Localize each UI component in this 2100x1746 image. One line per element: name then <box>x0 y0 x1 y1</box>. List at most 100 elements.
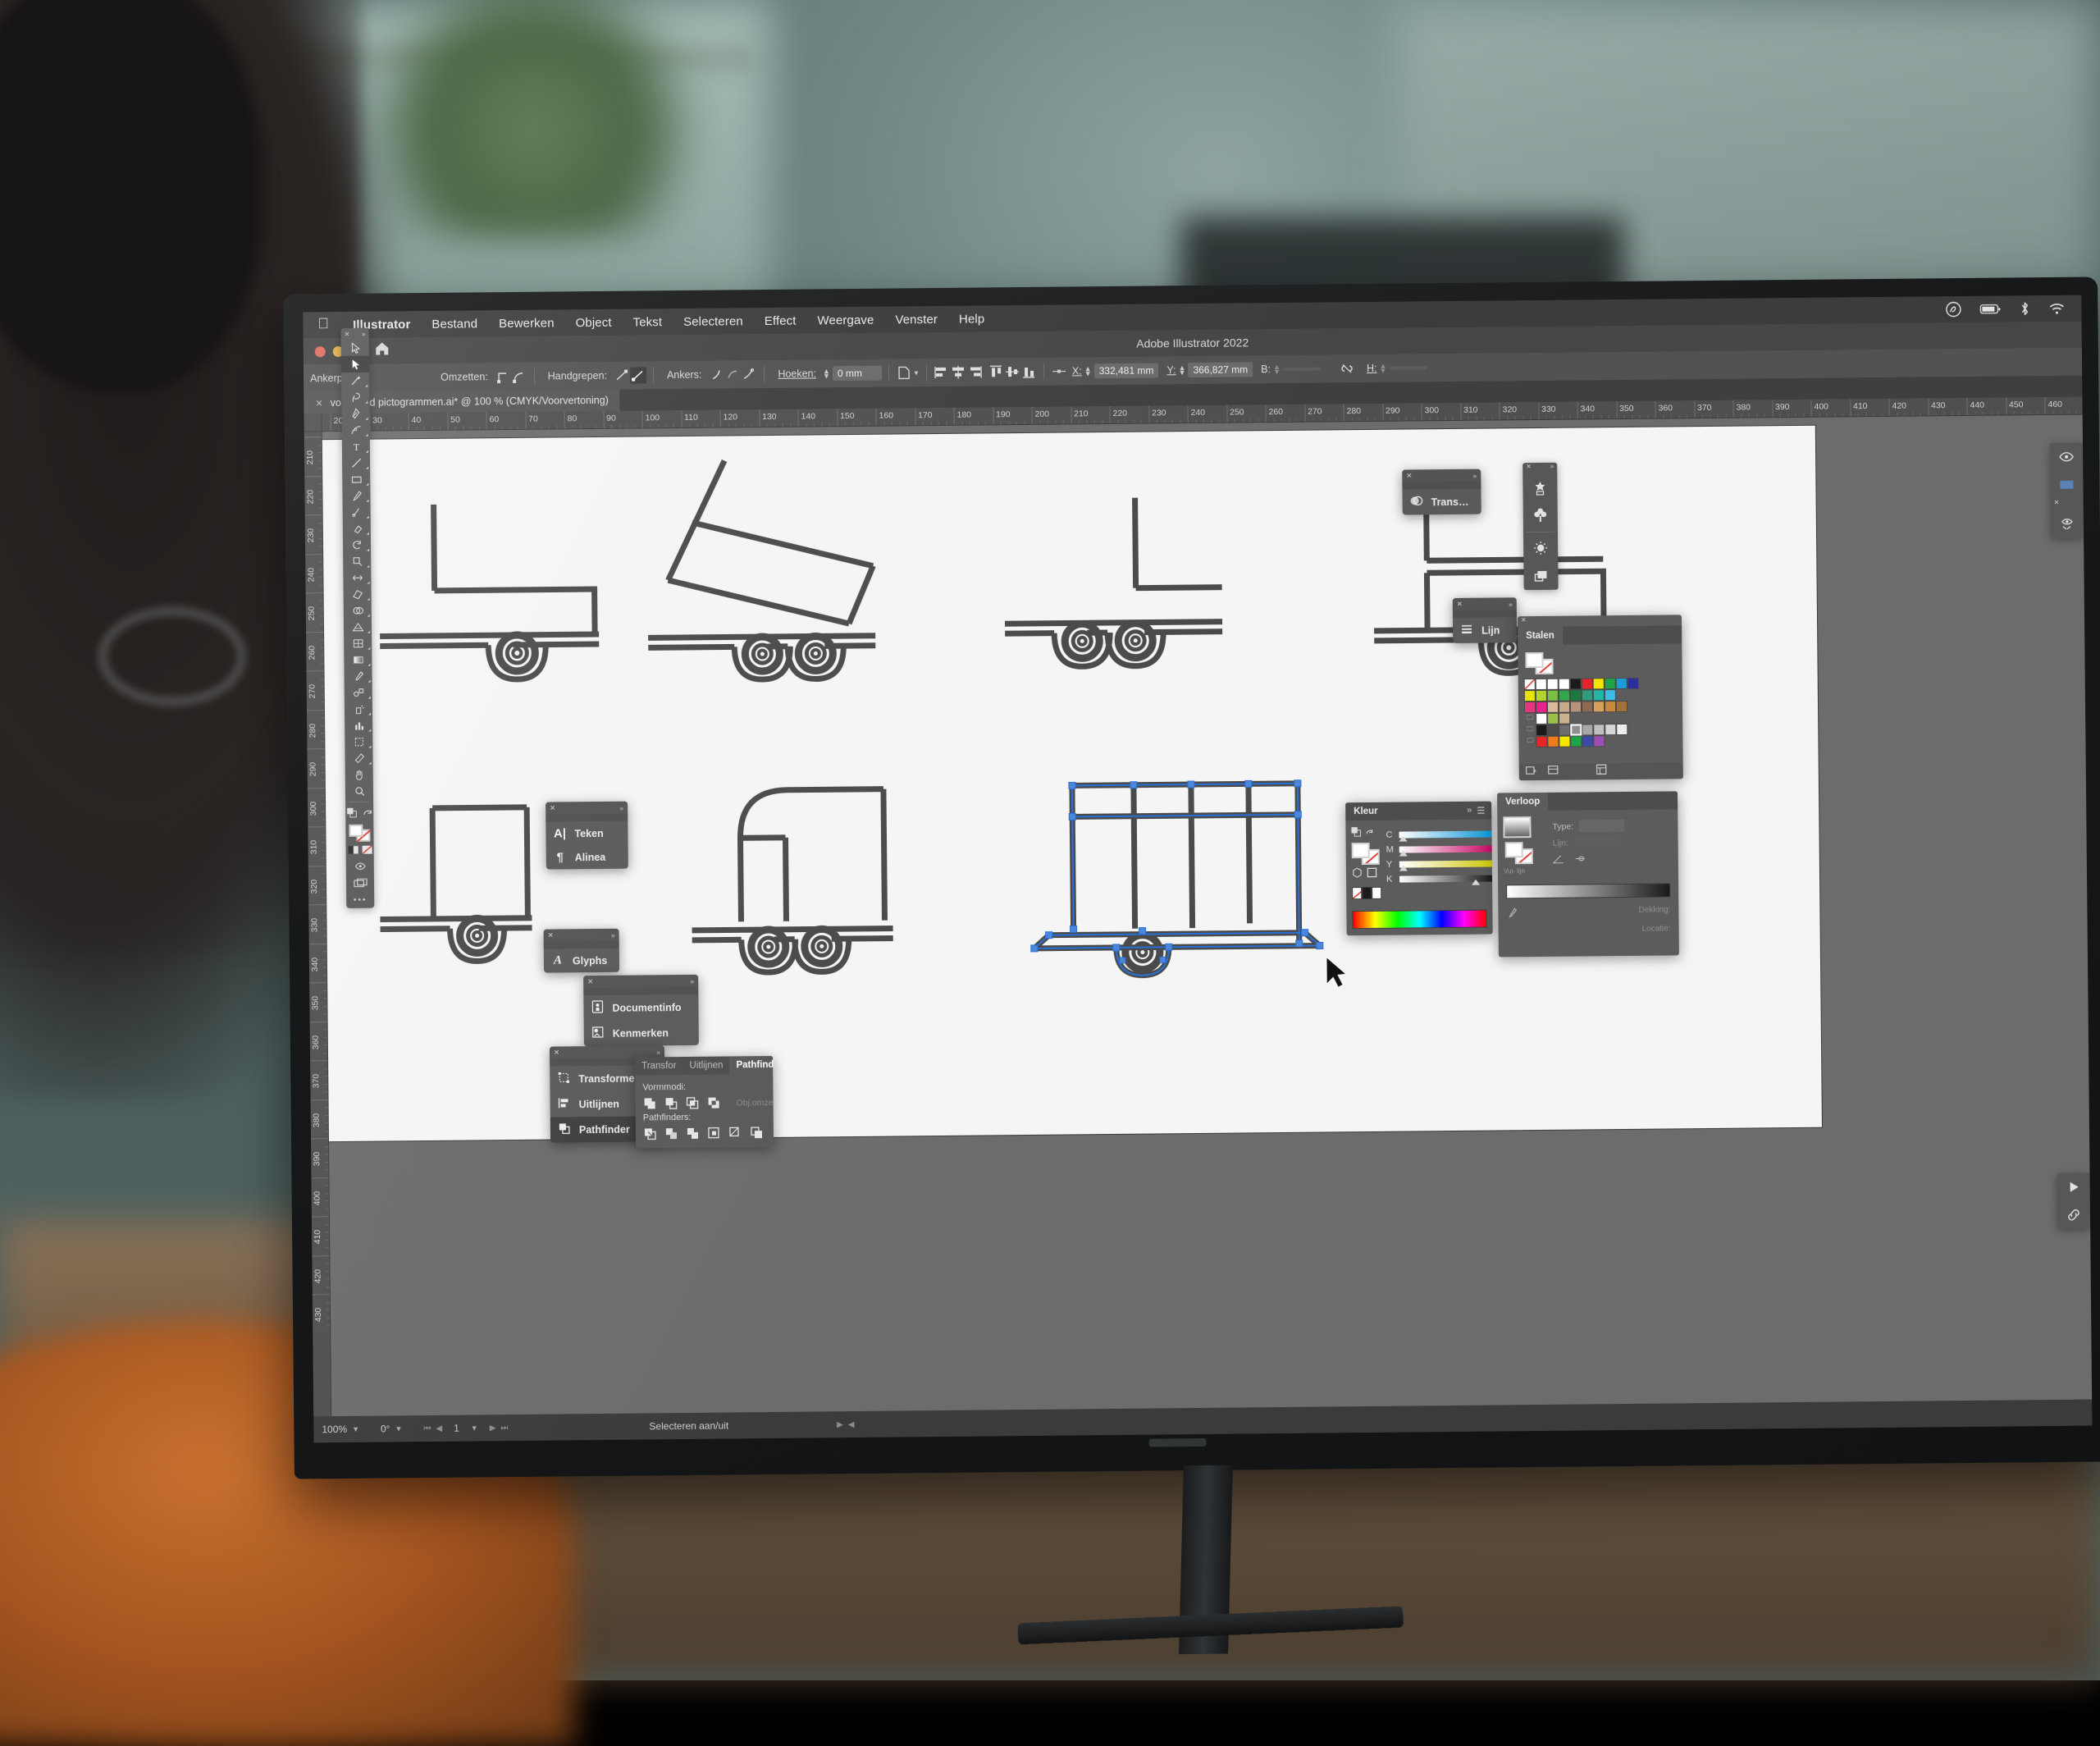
mesh-tool[interactable] <box>344 635 372 651</box>
pathfinder-buttons[interactable] <box>643 1126 766 1140</box>
swatch-cell[interactable] <box>1605 678 1616 689</box>
swatch-cell[interactable] <box>1628 678 1639 689</box>
swatch-cell[interactable] <box>1570 689 1582 701</box>
artboard-dropdown-icon[interactable]: ▼ <box>471 1424 478 1432</box>
first-artboard-icon[interactable]: ⏮ <box>423 1424 431 1433</box>
swatch-cell[interactable] <box>1593 678 1605 689</box>
scale-tool[interactable] <box>343 553 371 569</box>
menu-help[interactable]: Help <box>948 312 995 327</box>
lasso-tool[interactable] <box>341 389 369 405</box>
panel-header[interactable]: ✕ » <box>544 929 619 942</box>
fill-stroke-swatches[interactable] <box>349 825 370 841</box>
tab-transform[interactable]: Transfor <box>635 1057 683 1076</box>
menu-venster[interactable]: Venster <box>884 312 948 327</box>
swatch-none[interactable] <box>1524 679 1536 690</box>
play-icon[interactable] <box>2060 1173 2088 1201</box>
link-icon[interactable] <box>2053 510 2081 538</box>
magic-wand-tool[interactable] <box>341 373 369 389</box>
channel-row-y[interactable]: Y 0 % <box>1386 857 1493 871</box>
expand-icon[interactable]: » <box>690 976 694 985</box>
minus-front-icon[interactable] <box>664 1096 678 1110</box>
tools-panel[interactable]: ✕ » T <box>341 328 375 908</box>
pathfinder-tabs[interactable]: Transfor Uitlijnen Pathfinder « ☰ <box>635 1056 773 1076</box>
swatches-fill-stroke[interactable] <box>1525 652 1553 674</box>
line-segment-tool[interactable] <box>342 455 370 471</box>
menu-bewerken[interactable]: Bewerken <box>488 316 565 331</box>
swatch-cell[interactable] <box>1616 678 1628 689</box>
crop-icon[interactable] <box>707 1127 721 1140</box>
swatch-cell[interactable] <box>1559 724 1570 736</box>
link-chain-icon[interactable] <box>2060 1201 2088 1229</box>
none-swatch-icon[interactable] <box>362 843 372 858</box>
bottom-right-dock[interactable] <box>2057 1173 2091 1229</box>
merge-icon[interactable] <box>686 1127 700 1140</box>
close-icon[interactable]: ✕ <box>2054 499 2060 510</box>
minus-back-icon[interactable] <box>750 1126 764 1140</box>
menu-selecteren[interactable]: Selecteren <box>673 314 754 329</box>
hide-handles-icon[interactable] <box>630 367 646 383</box>
gradient-tabs[interactable]: Verloop <box>1497 791 1678 811</box>
perspective-grid-tool[interactable] <box>344 619 372 635</box>
magenta-slider[interactable] <box>1399 845 1493 852</box>
gradient-angle-icon[interactable] <box>1553 853 1564 869</box>
tools-fill-stroke[interactable] <box>345 805 374 894</box>
swatch-cell[interactable] <box>1605 724 1616 735</box>
menu-effect[interactable]: Effect <box>754 313 807 328</box>
dock-header[interactable]: ✕ <box>2051 499 2084 510</box>
type-panel-group[interactable]: ✕ » A| Teken ¶ Alinea <box>546 802 628 870</box>
swatch-cell[interactable] <box>1616 701 1628 712</box>
swatch-cell[interactable] <box>1536 690 1547 702</box>
menu-tekst[interactable]: Tekst <box>622 315 673 330</box>
rotation-dropdown-icon[interactable]: ▼ <box>395 1424 402 1433</box>
close-icon[interactable]: ✕ <box>548 931 554 940</box>
gradient-stroke-select[interactable] <box>1573 836 1619 849</box>
status-next-icon[interactable]: ▶ <box>837 1420 843 1429</box>
panel-item-kenmerken[interactable]: Kenmerken <box>584 1020 699 1046</box>
x-value-field[interactable]: 332,481 mm <box>1094 363 1159 378</box>
swap-fill-stroke-icon[interactable] <box>362 807 372 822</box>
swatch-cell[interactable] <box>1559 690 1570 702</box>
direct-selection-tool[interactable] <box>341 356 369 373</box>
width-stepper[interactable]: ▲▼ <box>1273 364 1281 375</box>
swatch-folder-icon[interactable]: 🗀 <box>1524 713 1536 724</box>
status-prev-icon[interactable]: ◀ <box>848 1420 855 1429</box>
tab-verloop[interactable]: Verloop <box>1497 793 1548 811</box>
swatch-cell[interactable] <box>1570 701 1582 712</box>
change-screen-mode-icon[interactable] <box>353 878 367 893</box>
transform-ref-icon[interactable] <box>1051 363 1067 379</box>
next-artboard-icon[interactable]: ▶ <box>490 1424 496 1433</box>
bluetooth-icon[interactable] <box>2019 301 2030 316</box>
convert-to-smooth-icon[interactable] <box>511 368 527 385</box>
height-value-field[interactable] <box>1389 366 1427 369</box>
right-dock-strip[interactable]: ✕ » <box>1522 463 1558 590</box>
color-sliders[interactable]: C 0 % M 0 % Y 0 % <box>1386 825 1492 899</box>
trim-icon[interactable] <box>664 1127 678 1140</box>
rotation-value[interactable]: 0° <box>381 1423 390 1434</box>
swatch-cell[interactable] <box>1593 701 1605 712</box>
expand-icon[interactable]: » <box>1509 600 1513 608</box>
wifi-icon[interactable] <box>2048 302 2065 314</box>
expand-icon[interactable]: » <box>619 803 623 811</box>
intersect-icon[interactable] <box>686 1096 700 1110</box>
creative-cloud-icon[interactable] <box>1945 301 1961 318</box>
gradient-reverse-icon[interactable] <box>1574 852 1586 868</box>
type-tool[interactable]: T <box>342 438 370 455</box>
panel-header[interactable]: ✕ » <box>1453 597 1517 610</box>
swatch-cell[interactable] <box>1524 702 1536 713</box>
glyphs-panel-group[interactable]: ✕ » A Glyphs <box>544 929 620 973</box>
convert-to-corner-icon[interactable] <box>495 368 511 385</box>
pathfinder-panel[interactable]: Transfor Uitlijnen Pathfinder « ☰ Vormmo… <box>635 1056 774 1149</box>
cyan-slider[interactable] <box>1399 830 1492 838</box>
expand-icon[interactable]: » <box>656 1048 660 1056</box>
swatch-cell[interactable] <box>1547 690 1559 702</box>
tab-pathfinder[interactable]: Pathfinder <box>729 1056 774 1075</box>
swatch-cell[interactable] <box>1593 735 1605 747</box>
channel-row-c[interactable]: C 0 % <box>1386 828 1492 841</box>
artboard[interactable] <box>322 426 1822 1141</box>
zoom-level[interactable]: 100% <box>322 1424 347 1435</box>
swatch-cell[interactable] <box>1582 689 1593 701</box>
swatch-cell[interactable] <box>1559 736 1570 747</box>
color-mini-swatches[interactable] <box>1352 887 1381 899</box>
swatch-cell[interactable] <box>1570 724 1582 735</box>
show-handles-icon[interactable] <box>614 368 630 384</box>
